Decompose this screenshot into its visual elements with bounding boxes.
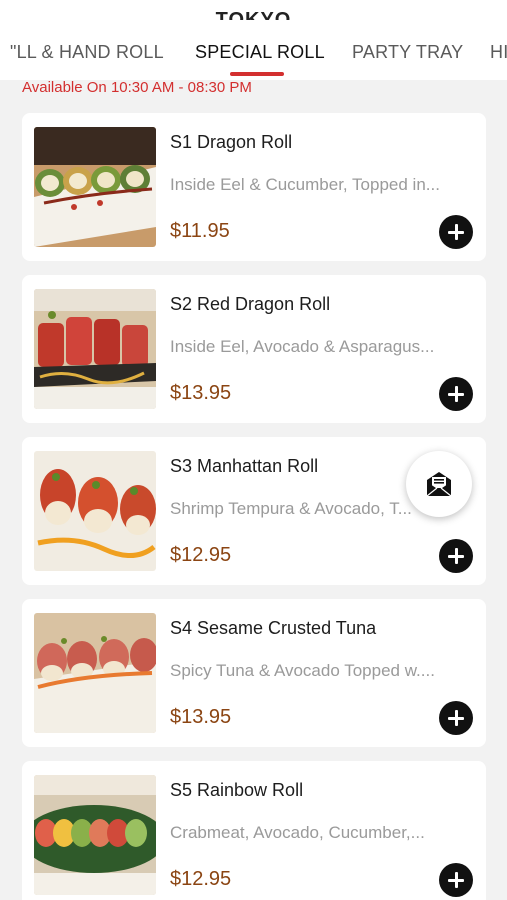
item-price: $12.95 xyxy=(170,544,232,566)
menu-item-card[interactable]: S5 Rainbow Roll Crabmeat, Avocado, Cucum… xyxy=(22,761,486,900)
item-photo xyxy=(34,289,156,409)
item-name: S3 Manhattan Roll xyxy=(170,456,319,476)
item-price: $13.95 xyxy=(170,706,232,728)
menu-item-card[interactable]: S2 Red Dragon Roll Inside Eel, Avocado &… xyxy=(22,275,486,423)
add-to-cart-button[interactable] xyxy=(439,701,473,735)
message-button[interactable] xyxy=(406,451,472,517)
item-photo xyxy=(34,127,156,247)
add-to-cart-button[interactable] xyxy=(439,215,473,249)
availability-text: Available On 10:30 AM - 08:30 PM xyxy=(22,79,252,96)
add-to-cart-button[interactable] xyxy=(439,863,473,897)
add-to-cart-button[interactable] xyxy=(439,539,473,573)
active-tab-indicator xyxy=(230,72,284,76)
item-name: S2 Red Dragon Roll xyxy=(170,294,331,314)
envelope-icon xyxy=(426,472,452,497)
top-bar: TOKYO "LL & HAND ROLL SPECIAL ROLL PARTY… xyxy=(0,0,507,80)
item-photo xyxy=(34,775,156,895)
tab-party-tray[interactable]: PARTY TRAY xyxy=(352,40,463,64)
item-description: Crabmeat, Avocado, Cucumber,... xyxy=(170,823,425,842)
item-description: Inside Eel, Avocado & Asparagus... xyxy=(170,337,435,356)
menu-item-card[interactable]: S1 Dragon Roll Inside Eel & Cucumber, To… xyxy=(22,113,486,261)
add-to-cart-button[interactable] xyxy=(439,377,473,411)
item-price: $11.95 xyxy=(170,220,230,242)
item-price: $13.95 xyxy=(170,382,232,404)
item-photo xyxy=(34,451,156,571)
tab-next-category[interactable]: HI xyxy=(490,40,507,64)
item-price: $12.95 xyxy=(170,868,232,890)
item-name: S4 Sesame Crusted Tuna xyxy=(170,618,377,638)
tab-special-roll[interactable]: SPECIAL ROLL xyxy=(195,40,325,64)
tab-roll-hand-roll[interactable]: "LL & HAND ROLL xyxy=(10,40,164,64)
menu-item-card[interactable]: S4 Sesame Crusted Tuna Spicy Tuna & Avoc… xyxy=(22,599,486,747)
item-name: S1 Dragon Roll xyxy=(170,132,293,152)
item-name: S5 Rainbow Roll xyxy=(170,780,304,800)
restaurant-logo: TOKYO xyxy=(215,9,292,20)
item-description: Spicy Tuna & Avocado Topped w.... xyxy=(170,661,435,680)
category-tabs: "LL & HAND ROLL SPECIAL ROLL PARTY TRAY … xyxy=(0,30,507,74)
item-photo xyxy=(34,613,156,733)
item-description: Inside Eel & Cucumber, Topped in... xyxy=(170,175,440,194)
